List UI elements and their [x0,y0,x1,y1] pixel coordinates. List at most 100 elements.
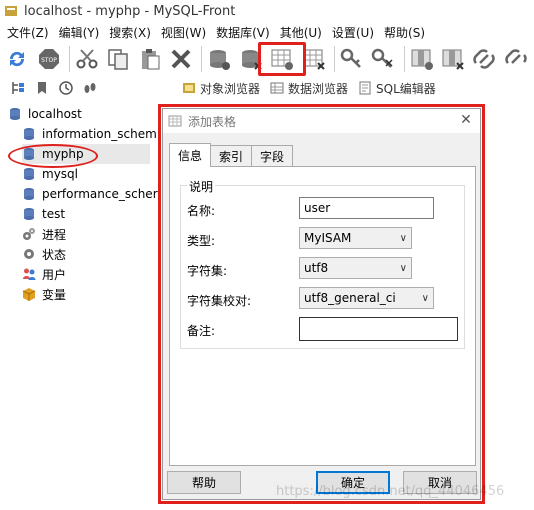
users-icon [23,268,36,280]
tree-label: localhost [28,107,82,121]
object-browser-icon [183,83,195,93]
refresh-icon [10,51,25,67]
copy-button[interactable] [105,44,131,74]
database-add-icon [210,50,231,70]
app-icon [5,6,17,16]
key-delete-icon [372,48,393,68]
sql-editor-tab[interactable]: SQL编辑器 [358,80,436,97]
link-delete-icon [505,49,527,64]
field-add-icon [411,49,433,70]
data-browser-icon [270,82,284,94]
comment-label: 备注: [187,324,216,338]
delete-button[interactable] [168,44,194,74]
copy-icon [108,49,129,70]
menu-help[interactable]: 帮助(S) [379,24,430,41]
add-field-button[interactable] [408,44,434,74]
myphp-highlight [8,144,98,168]
delete-field-button[interactable] [440,44,466,74]
tree-view-button[interactable] [8,78,28,98]
window-title: localhost - myphp - MySQL-Front [24,3,236,19]
database-icon [24,128,34,140]
description-group: 说明 名称: user 类型: MyISAM ∨ 字符集: utf8 ∨ 字符集… [180,178,465,349]
menu-other[interactable]: 其他(U) [275,24,327,41]
delete-x-icon [171,49,191,69]
tree-item-performance-schema[interactable]: performance_scher [22,184,158,204]
tree-item-variables[interactable]: 变量 [22,284,66,304]
cut-button[interactable] [74,44,100,74]
group-label: 说明 [187,178,216,195]
charset-label: 字符集: [187,264,228,278]
stop-button[interactable]: STOP [35,44,61,74]
menu-search[interactable]: 搜索(X) [104,24,156,41]
footprints-icon [84,83,96,93]
menu-bar: 文件(Z) 编辑(Y) 搜索(X) 视图(W) 数据库(V) 其他(U) 设置(… [0,22,534,42]
delete-foreign-key-button[interactable] [503,44,529,74]
toolbar-separator [68,46,70,72]
history-button[interactable] [56,78,76,98]
sql-history-button[interactable] [80,78,100,98]
toolbar-separator [403,46,405,72]
tab-indexes[interactable]: 索引 [210,145,253,167]
tree-label: 状态 [42,247,67,262]
tree-icon [12,82,24,94]
menu-edit[interactable]: 编辑(Y) [54,24,105,41]
tree-item-information-schema[interactable]: information_schem [22,124,157,144]
paste-button[interactable] [137,44,163,74]
tree-item-status[interactable]: 状态 [22,244,66,264]
tree-label: test [42,207,66,221]
comment-field[interactable] [299,317,458,341]
server-icon [10,108,20,120]
link-add-icon [473,49,496,69]
tree-item-localhost[interactable]: localhost [8,104,82,124]
menu-file[interactable]: 文件(Z) [2,24,54,41]
database-icon [24,188,34,200]
gears-icon [23,228,35,240]
help-button[interactable]: 帮助 [167,471,241,494]
type-select[interactable]: MyISAM ∨ [299,227,412,249]
tree-item-test[interactable]: test [22,204,65,224]
refresh-button[interactable] [4,44,30,74]
tree-label: information_schem [42,127,157,141]
tree-label: performance_scher [42,187,158,201]
bookmark-icon [38,82,46,94]
menu-view[interactable]: 视图(W) [156,24,211,41]
data-browser-tab[interactable]: 数据浏览器 [270,80,348,97]
title-bar: localhost - myphp - MySQL-Front [0,0,534,22]
tree-item-users[interactable]: 用户 [22,264,66,284]
database-icon [24,208,34,220]
add-table-dialog: 添加表格 ✕ 信息 索引 字段 说明 名称: user 类型: MyISAM ∨… [162,108,481,500]
menu-settings[interactable]: 设置(U) [327,24,379,41]
add-database-button[interactable] [206,44,232,74]
chevron-down-icon: ∨ [421,292,429,304]
charset-select-value: utf8 [304,261,329,275]
watermark: https://blog.csdn.net/qq_44046456 [276,484,505,499]
tree-item-processes[interactable]: 进程 [22,224,66,244]
key-add-icon [340,48,361,68]
database-icon [24,168,34,180]
tree-label: mysql [42,167,78,181]
charset-select[interactable]: utf8 ∨ [299,257,412,279]
menu-database[interactable]: 数据库(V) [211,24,275,41]
table-icon [168,115,182,127]
delete-key-button[interactable] [370,44,396,74]
box-icon [22,288,36,301]
object-browser-tab[interactable]: 对象浏览器 [182,80,260,97]
name-field[interactable]: user [299,197,434,219]
data-browser-label: 数据浏览器 [288,81,349,96]
bookmarks-button[interactable] [32,78,52,98]
tab-info[interactable]: 信息 [169,143,212,167]
collation-select[interactable]: utf8_general_ci ∨ [299,287,434,309]
tree-label: 变量 [42,287,67,302]
add-foreign-key-button[interactable] [471,44,497,74]
status-gear-icon [24,249,34,259]
scissors-icon [76,49,98,69]
field-delete-icon [442,49,464,70]
add-key-button[interactable] [339,44,365,74]
tab-fields[interactable]: 字段 [251,145,294,167]
dialog-title: 添加表格 [188,114,237,129]
toolbar-separator [201,46,203,72]
close-icon[interactable]: ✕ [458,112,474,128]
svg-text:STOP: STOP [41,57,57,64]
dialog-tabs: 信息 索引 字段 [169,143,294,167]
name-label: 名称: [187,204,216,218]
